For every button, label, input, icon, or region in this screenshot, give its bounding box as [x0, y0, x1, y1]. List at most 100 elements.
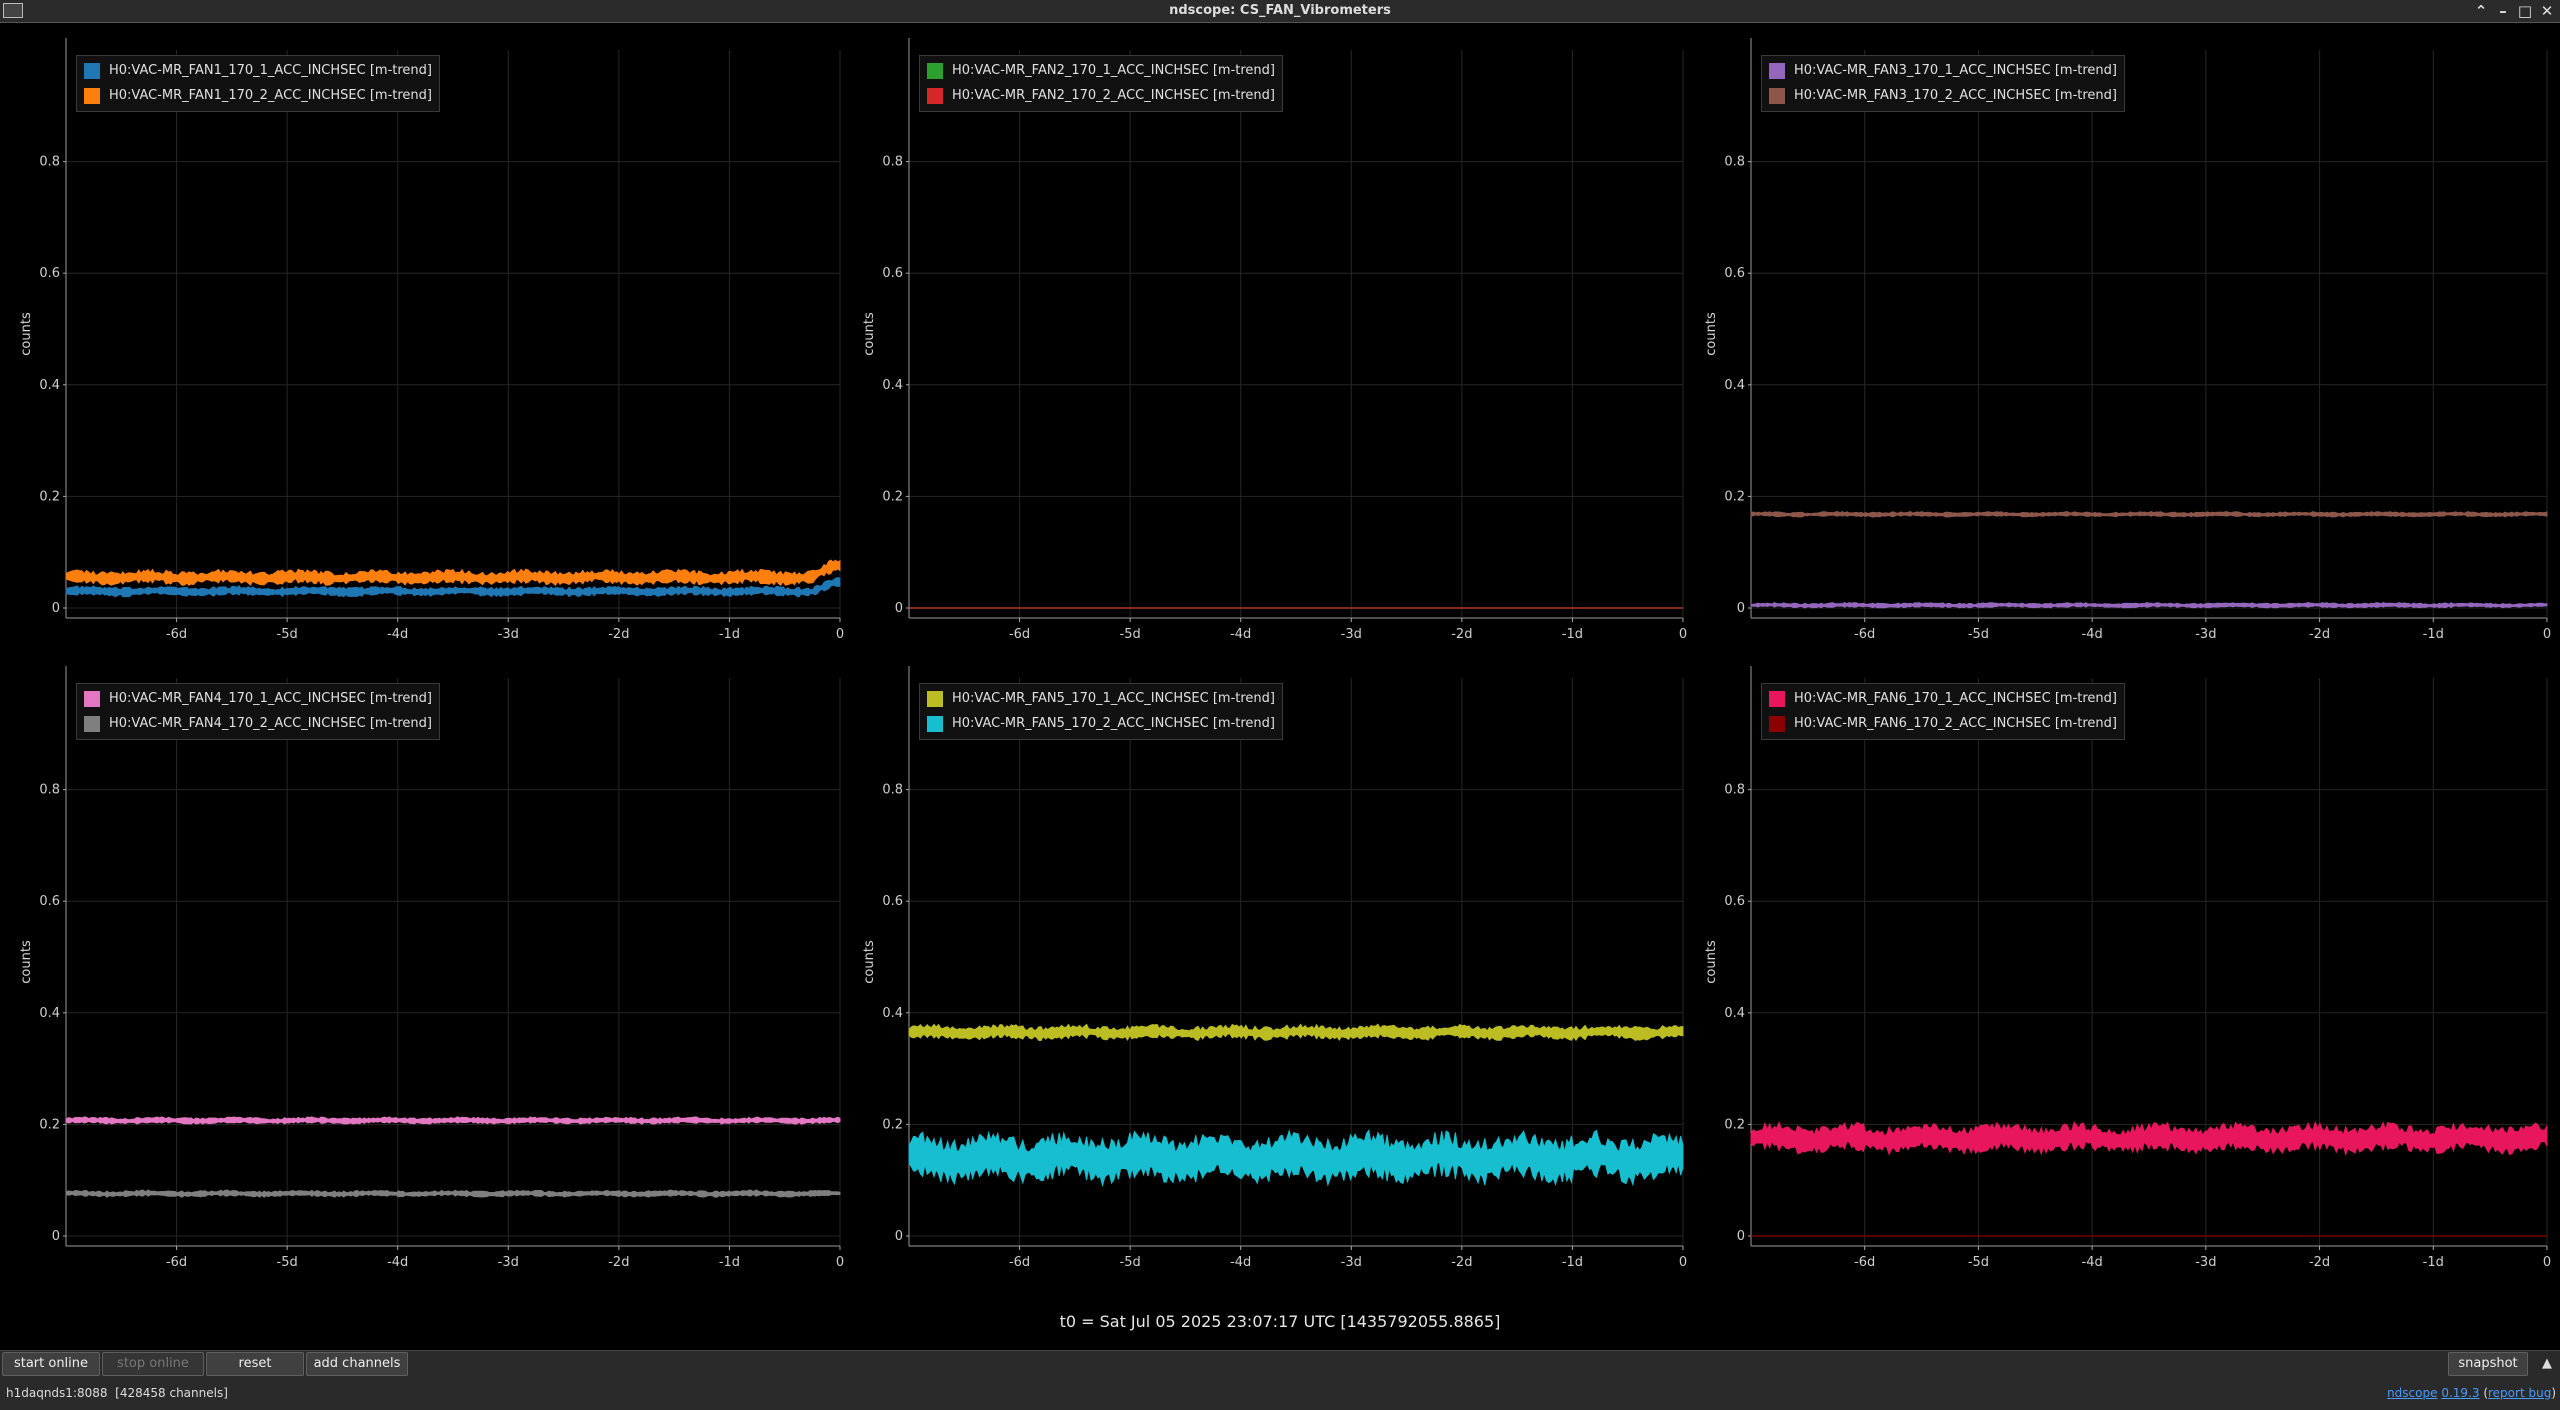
- legend-entry[interactable]: H0:VAC-MR_FAN5_170_2_ACC_INCHSEC [m-tren…: [927, 711, 1275, 736]
- snapshot-button[interactable]: snapshot: [2448, 1352, 2528, 1376]
- legend-entry[interactable]: H0:VAC-MR_FAN4_170_1_ACC_INCHSEC [m-tren…: [84, 686, 432, 711]
- expand-up-icon[interactable]: ▲: [2537, 1354, 2557, 1374]
- legend-label: H0:VAC-MR_FAN4_170_2_ACC_INCHSEC [m-tren…: [109, 716, 432, 731]
- x-tick-label: -3d: [2195, 1255, 2216, 1270]
- series-trace: [908, 1129, 1684, 1188]
- legend-swatch: [927, 62, 943, 79]
- plot-svg[interactable]: 00.20.40.60.8-6d -5d -4d -3d -2d -1d 0counts: [1685, 23, 2560, 651]
- legend-swatch: [1769, 715, 1785, 732]
- reset-button[interactable]: reset: [206, 1352, 304, 1376]
- app-name-link[interactable]: ndscope: [2387, 1386, 2437, 1400]
- x-tick-label: -5d: [277, 627, 298, 642]
- y-tick-label: 0: [895, 1229, 903, 1244]
- x-tick-label: -3d: [1341, 627, 1362, 642]
- y-axis-label: counts: [862, 312, 877, 356]
- channel-count: [428458 channels]: [115, 1386, 228, 1400]
- x-tick-label: -4d: [2082, 627, 2103, 642]
- plot-svg[interactable]: 00.20.40.60.8-6d -5d -4d -3d -2d -1d 0counts: [0, 651, 853, 1279]
- x-tick-label: -1d: [2423, 1255, 2444, 1270]
- y-tick-label: 0.8: [882, 783, 903, 798]
- chevron-up-icon[interactable]: ⌃: [2470, 0, 2492, 22]
- y-tick-label: 0: [52, 601, 60, 616]
- maximize-icon[interactable]: □: [2514, 0, 2536, 22]
- x-tick-label: -2d: [2309, 627, 2330, 642]
- x-tick-label: -6d: [1854, 1255, 1875, 1270]
- x-tick-label: -2d: [608, 627, 629, 642]
- y-tick-label: 0.2: [1724, 1117, 1745, 1132]
- legend-entry[interactable]: H0:VAC-MR_FAN4_170_2_ACC_INCHSEC [m-tren…: [84, 711, 432, 736]
- x-tick-label: -1d: [719, 1255, 740, 1270]
- legend-label: H0:VAC-MR_FAN2_170_2_ACC_INCHSEC [m-tren…: [952, 88, 1275, 103]
- legend-label: H0:VAC-MR_FAN6_170_1_ACC_INCHSEC [m-tren…: [1794, 691, 2117, 706]
- legend-swatch: [1769, 690, 1785, 707]
- x-tick-label: -3d: [498, 1255, 519, 1270]
- stop-online-button[interactable]: stop online: [102, 1352, 204, 1376]
- legend-swatch: [1769, 62, 1785, 79]
- server-address: h1daqnds1:8088: [6, 1386, 108, 1400]
- legend-swatch: [927, 715, 943, 732]
- plot-legend: H0:VAC-MR_FAN6_170_1_ACC_INCHSEC [m-tren…: [1761, 683, 2125, 740]
- x-tick-label: -3d: [1341, 1255, 1362, 1270]
- plot-legend: H0:VAC-MR_FAN3_170_1_ACC_INCHSEC [m-tren…: [1761, 55, 2125, 112]
- legend-entry[interactable]: H0:VAC-MR_FAN5_170_1_ACC_INCHSEC [m-tren…: [927, 686, 1275, 711]
- y-tick-label: 0.6: [1724, 894, 1745, 909]
- legend-entry[interactable]: H0:VAC-MR_FAN3_170_2_ACC_INCHSEC [m-tren…: [1769, 83, 2117, 108]
- version-info: ndscope 0.19.3 (report bug): [2387, 1386, 2556, 1400]
- legend-entry[interactable]: H0:VAC-MR_FAN1_170_2_ACC_INCHSEC [m-tren…: [84, 83, 432, 108]
- x-tick-label: -5d: [1968, 1255, 1989, 1270]
- legend-label: H0:VAC-MR_FAN2_170_1_ACC_INCHSEC [m-tren…: [952, 63, 1275, 78]
- plot-panel-fan1[interactable]: 0 0.2 0.4 0.6 0.8 -6d -5d -4d -3d -2d -1d 0 counts H0…: [0, 23, 853, 651]
- legend-entry[interactable]: H0:VAC-MR_FAN6_170_2_ACC_INCHSEC [m-tren…: [1769, 711, 2117, 736]
- x-tick-label: -6d: [1854, 627, 1875, 642]
- x-tick-label: -2d: [608, 1255, 629, 1270]
- y-tick-label: 0.4: [1724, 378, 1745, 393]
- x-tick-label: -6d: [1009, 627, 1030, 642]
- plot-panel-fan5[interactable]: 0 0.2 0.4 0.6 0.8 -6d -5d -4d -3d -2d -1d 0 counts H0…: [843, 651, 1696, 1279]
- y-tick-label: 0.2: [882, 1117, 903, 1132]
- start-online-button[interactable]: start online: [2, 1352, 100, 1376]
- legend-entry[interactable]: H0:VAC-MR_FAN2_170_2_ACC_INCHSEC [m-tren…: [927, 83, 1275, 108]
- report-bug-link[interactable]: report bug: [2488, 1386, 2551, 1400]
- version-link[interactable]: 0.19.3: [2441, 1386, 2479, 1400]
- add-channels-button[interactable]: add channels: [306, 1352, 408, 1376]
- legend-label: H0:VAC-MR_FAN3_170_2_ACC_INCHSEC [m-tren…: [1794, 88, 2117, 103]
- legend-entry[interactable]: H0:VAC-MR_FAN3_170_1_ACC_INCHSEC [m-tren…: [1769, 58, 2117, 83]
- y-tick-label: 0.6: [882, 894, 903, 909]
- plot-svg[interactable]: 00.20.40.60.8-6d -5d -4d -3d -2d -1d 0counts: [843, 651, 1696, 1279]
- plot-panel-fan2[interactable]: 0 0.2 0.4 0.6 0.8 -6d -5d -4d -3d -2d -1d 0 counts H0…: [843, 23, 1696, 651]
- legend-entry[interactable]: H0:VAC-MR_FAN6_170_1_ACC_INCHSEC [m-tren…: [1769, 686, 2117, 711]
- series-trace: [65, 559, 841, 586]
- legend-swatch: [84, 690, 100, 707]
- y-tick-label: 0.2: [1724, 489, 1745, 504]
- y-axis-label: counts: [19, 940, 34, 984]
- close-icon[interactable]: ✕: [2536, 0, 2558, 22]
- legend-swatch: [84, 62, 100, 79]
- plot-svg[interactable]: 00.20.40.60.8-6d -5d -4d -3d -2d -1d 0counts: [1685, 651, 2560, 1279]
- status-bar: h1daqnds1:8088 [428458 channels]: [6, 1385, 228, 1401]
- legend-entry[interactable]: H0:VAC-MR_FAN1_170_1_ACC_INCHSEC [m-tren…: [84, 58, 432, 83]
- y-tick-label: 0: [1737, 601, 1745, 616]
- x-tick-label: -6d: [166, 1255, 187, 1270]
- y-axis-label: counts: [1704, 940, 1719, 984]
- x-tick-label: 0: [2543, 1255, 2551, 1270]
- plot-svg[interactable]: 00.20.40.60.8-6d -5d -4d -3d -2d -1d 0counts: [843, 23, 1696, 651]
- plot-panel-fan3[interactable]: 0 0.2 0.4 0.6 0.8 -6d -5d -4d -3d -2d -1d 0 counts H0…: [1685, 23, 2560, 651]
- y-tick-label: 0.2: [39, 1117, 60, 1132]
- y-tick-label: 0.2: [882, 489, 903, 504]
- plot-legend: H0:VAC-MR_FAN4_170_1_ACC_INCHSEC [m-tren…: [76, 683, 440, 740]
- y-tick-label: 0.8: [882, 155, 903, 170]
- x-tick-label: 0: [2543, 627, 2551, 642]
- legend-label: H0:VAC-MR_FAN5_170_2_ACC_INCHSEC [m-tren…: [952, 716, 1275, 731]
- window-title: ndscope: CS_FAN_Vibrometers: [1169, 3, 1391, 18]
- plot-svg[interactable]: 00.20.40.60.8-6d -5d -4d -3d -2d -1d 0counts: [0, 23, 853, 651]
- legend-entry[interactable]: H0:VAC-MR_FAN2_170_1_ACC_INCHSEC [m-tren…: [927, 58, 1275, 83]
- plot-panel-fan6[interactable]: 0 0.2 0.4 0.6 0.8 -6d -5d -4d -3d -2d -1d 0 counts H0…: [1685, 651, 2560, 1279]
- x-tick-label: -4d: [387, 627, 408, 642]
- plot-panel-fan4[interactable]: 0 0.2 0.4 0.6 0.8 -6d -5d -4d -3d -2d -1d 0 counts H0…: [0, 651, 853, 1279]
- minimize-icon[interactable]: –: [2492, 0, 2514, 22]
- x-tick-label: -4d: [1230, 627, 1251, 642]
- y-tick-label: 0.8: [1724, 783, 1745, 798]
- x-tick-label: -5d: [1120, 1255, 1141, 1270]
- y-tick-label: 0.8: [39, 783, 60, 798]
- series-trace: [1750, 510, 2548, 518]
